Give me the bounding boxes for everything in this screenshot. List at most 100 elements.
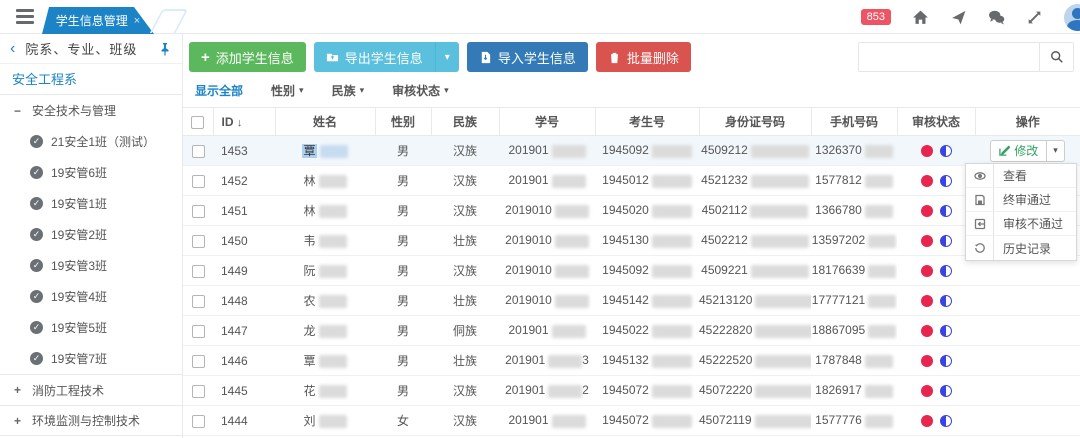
pin-icon[interactable] [158,42,172,56]
import-icon [481,51,490,63]
tree-leaf-class-0[interactable]: ✓ 21安全1班（测试） [0,126,182,157]
import-student-button[interactable]: 导入学生信息 [466,42,588,72]
edit-button[interactable]: 修改 [990,139,1048,162]
filter-ethnic[interactable]: 民族 ▾ [332,82,365,99]
home-icon[interactable] [912,9,929,26]
menu-item-reject[interactable]: 审核不通过 [966,212,1076,236]
cell-id: 1452 [213,165,275,196]
cell-name: 阮 [275,255,375,286]
cell-student-no: 201901 [499,165,595,196]
menu-item-final-approve[interactable]: 终审通过 [966,188,1076,212]
header-id[interactable]: ID ↓ [213,107,276,136]
edit-dropdown-caret[interactable]: ▾ [1047,139,1065,162]
cell-phone: 18867095 [811,315,897,346]
send-icon[interactable] [950,9,967,26]
filter-gender[interactable]: 性别 ▾ [271,82,304,99]
header-ethnic: 民族 [431,107,500,136]
table-row[interactable]: 1452 林 男 汉族 201901 1945012 4521232 15778… [183,165,1080,196]
cell-gender: 男 [375,255,431,286]
row-checkbox[interactable] [191,354,205,368]
tree-node-fire-engineering[interactable]: + 消防工程技术 [0,374,182,405]
cell-id-card: 45222520 [699,345,811,376]
row-action-menu: 查看 终审通过 审核不通过 历史记录 [965,163,1077,261]
menu-item-view[interactable]: 查看 [966,164,1076,188]
export-student-button[interactable]: 导出学生信息 [313,42,435,72]
table-row[interactable]: 1447 龙 男 侗族 201901 1945022 45222820 1886… [183,315,1080,346]
header-gender: 性别 [375,107,432,136]
sidebar-item-department[interactable]: 安全工程系 [0,64,182,95]
tree-leaf-class-6[interactable]: ✓ 19安管5班 [0,312,182,343]
row-checkbox[interactable] [191,144,205,158]
table-row[interactable]: 1450 韦 男 壮族 2019010 1945130 4502212 1359… [183,225,1080,256]
add-student-button[interactable]: + 添加学生信息 [189,42,306,72]
check-circle-icon: ✓ [30,290,43,303]
header-student-no: 学号 [499,107,596,136]
cell-exam-no: 1945092 [595,255,699,286]
table-row[interactable]: 1445 花 男 汉族 201901 2 1945072 45072220 182… [183,375,1080,406]
row-checkbox[interactable] [191,294,205,308]
menu-item-history[interactable]: 历史记录 [966,236,1076,260]
select-all-checkbox[interactable] [191,115,205,129]
cell-student-no: 201901 [499,405,595,436]
messages-icon[interactable] [988,9,1005,26]
row-checkbox[interactable] [191,174,205,188]
cell-id: 1447 [213,315,275,346]
row-checkbox[interactable] [191,204,205,218]
check-circle-icon: ✓ [30,197,43,210]
tree-node-safety-tech[interactable]: − 安全技术与管理 [0,95,182,126]
table-row[interactable]: 1449 阮 男 汉族 2019010 1945092 4509221 1817… [183,255,1080,286]
cell-status [897,405,975,436]
row-checkbox[interactable] [191,384,205,398]
row-checkbox[interactable] [191,234,205,248]
table-row[interactable]: 1446 覃 男 壮族 201901 3 1945132 45222520 178… [183,345,1080,376]
collapse-sidebar-icon[interactable]: ‹ [10,40,15,58]
menu-toggle-icon[interactable] [16,9,34,24]
tree-node-env-monitoring[interactable]: + 环境监测与控制技术 [0,405,182,436]
fullscreen-icon[interactable] [1026,9,1043,26]
status-half-icon [939,355,952,368]
filter-show-all[interactable]: 显示全部 [195,82,243,99]
row-checkbox[interactable] [191,414,205,428]
expand-node-icon[interactable]: + [14,383,24,397]
cell-ethnic: 汉族 [431,405,499,436]
tree-node-label: 安全技术与管理 [32,104,117,118]
tree-leaf-class-2[interactable]: ✓ 19安管1班 [0,188,182,219]
table-row[interactable]: 1448 农 男 壮族 2019010 1945142 45213120 177… [183,285,1080,316]
cell-student-no: 2019010 [499,225,595,256]
tree-leaf-class-3[interactable]: ✓ 19安管2班 [0,219,182,250]
search-input[interactable] [859,43,1039,71]
sidebar-title: 院系、专业、班级 [25,42,138,57]
export-dropdown-caret[interactable]: ▾ [434,42,459,72]
save-file-icon [966,188,994,211]
box-arrow-icon [966,212,994,235]
row-checkbox[interactable] [191,264,205,278]
check-circle-icon: ✓ [30,321,43,334]
table-row[interactable]: 1453 覃 男 汉族 201901 1945092 4509212 13263… [183,135,1080,261]
cell-action [975,285,1080,316]
cell-phone: 1366780 [811,195,897,226]
row-checkbox[interactable] [191,324,205,338]
notification-badge[interactable]: 853 [860,9,891,25]
cell-student-no: 2019010 [499,255,595,286]
filter-audit-status[interactable]: 审核状态 ▾ [392,82,449,99]
tree-leaf-class-5[interactable]: ✓ 19安管4班 [0,281,182,312]
cell-phone: 17777121 [811,285,897,316]
cell-id-card: 4502112 [699,195,811,226]
table-row[interactable]: 1444 刘 女 汉族 201901 1945072 45072119 1577… [183,405,1080,436]
tree-leaf-class-7[interactable]: ✓ 19安管7班 [0,343,182,374]
cell-status [897,315,975,346]
search-button[interactable] [1039,43,1073,71]
collapse-node-icon[interactable]: − [14,104,24,118]
expand-node-icon[interactable]: + [14,414,24,428]
user-avatar[interactable] [1064,3,1080,31]
tab-close-icon[interactable]: × [134,15,140,27]
batch-delete-button[interactable]: 批量删除 [595,42,691,72]
tab-student-info[interactable]: 学生信息管理 × [42,7,154,34]
cell-id-card: 45072119 [699,405,811,436]
cell-exam-no: 1945092 [595,135,699,166]
cell-gender: 男 [375,165,431,196]
table-row[interactable]: 1451 林 男 汉族 2019010 1945020 4502112 1366… [183,195,1080,226]
check-circle-icon: ✓ [30,135,43,148]
tree-leaf-class-1[interactable]: ✓ 19安管6班 [0,157,182,188]
tree-leaf-class-4[interactable]: ✓ 19安管3班 [0,250,182,281]
